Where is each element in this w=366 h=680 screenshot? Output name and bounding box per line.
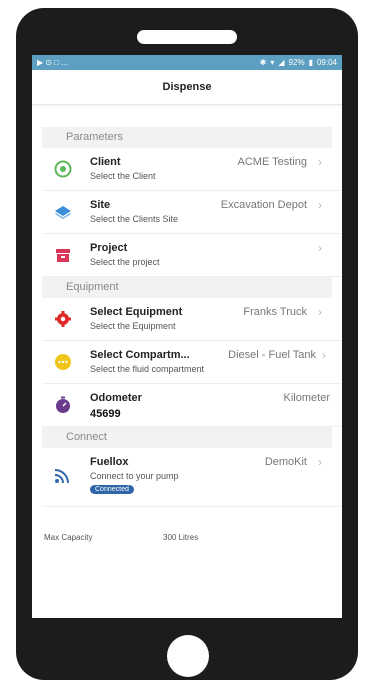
- odometer-title: Odometer: [90, 392, 142, 404]
- client-subtitle: Select the Client: [90, 171, 156, 181]
- status-system: ✱ ▾ ◢ 92% ▮ 09:04: [260, 58, 337, 67]
- section-equipment-label: Equipment: [66, 281, 119, 293]
- status-time: 09:04: [316, 58, 337, 67]
- client-value: ACME Testing: [237, 156, 308, 168]
- section-equipment: Equipment: [42, 277, 332, 298]
- gear-icon: [54, 310, 72, 328]
- signal-icon: ◢: [278, 58, 285, 67]
- chevron-right-icon: ›: [318, 198, 322, 212]
- connected-badge: Connected: [90, 485, 134, 494]
- project-subtitle: Select the project: [90, 257, 160, 267]
- page-title: Dispense: [162, 81, 212, 93]
- project-row[interactable]: Project Select the project ›: [42, 234, 342, 277]
- project-box-icon: [54, 246, 72, 264]
- odometer-row[interactable]: Odometer 45699 Kilometer: [42, 384, 342, 427]
- bluetooth-icon: ✱: [259, 58, 267, 67]
- site-subtitle: Select the Clients Site: [90, 214, 179, 224]
- compartment-value: Diesel - Fuel Tank: [228, 349, 316, 361]
- status-notification-icons: ▶ ⊙ □ ...: [37, 58, 69, 67]
- phone-speaker: [137, 30, 237, 44]
- equipment-value: Franks Truck: [243, 306, 307, 318]
- status-notifications: ▶ ⊙ □ ...: [37, 58, 68, 67]
- site-layers-icon: [54, 203, 72, 221]
- stopwatch-icon: [54, 396, 72, 414]
- site-row[interactable]: Site Select the Clients Site Excavation …: [42, 191, 342, 234]
- wifi-icon: [54, 466, 72, 484]
- compartment-subtitle: Select the fluid compartment: [90, 364, 205, 374]
- max-capacity-value: 300 Litres: [163, 533, 199, 542]
- project-title: Project: [90, 242, 128, 254]
- section-connect: Connect: [42, 427, 332, 448]
- more-dots-icon: [54, 353, 72, 371]
- equipment-title: Select Equipment: [90, 306, 183, 318]
- chevron-right-icon: ›: [318, 305, 322, 319]
- compartment-row[interactable]: Select Compartm... Select the fluid comp…: [42, 341, 342, 384]
- equipment-subtitle: Select the Equipment: [90, 321, 176, 331]
- fuellox-title: Fuellox: [90, 456, 129, 468]
- site-value: Excavation Depot: [220, 199, 307, 211]
- fuellox-value: DemoKit: [264, 456, 307, 468]
- status-bar: ▶ ⊙ □ ... ✱ ▾ ◢ 92% ▮ 09:04: [32, 55, 342, 70]
- app-bar: Dispense: [32, 70, 342, 105]
- max-capacity-label: Max Capacity: [44, 533, 93, 542]
- compartment-title: Select Compartm...: [90, 349, 190, 361]
- section-parameters: Parameters: [42, 127, 332, 148]
- equipment-row[interactable]: Select Equipment Select the Equipment Fr…: [42, 298, 342, 341]
- client-icon: [54, 160, 72, 178]
- fuellox-row[interactable]: Fuellox Connect to your pump Connected D…: [42, 448, 342, 507]
- section-connect-label: Connect: [66, 431, 107, 443]
- wifi-status-icon: ▾: [270, 58, 275, 67]
- client-title: Client: [90, 156, 121, 168]
- client-row[interactable]: Client Select the Client ACME Testing ›: [42, 148, 342, 191]
- chevron-right-icon: ›: [318, 241, 322, 255]
- phone-screen: ▶ ⊙ □ ... ✱ ▾ ◢ 92% ▮ 09:04 Dispense Par…: [32, 55, 342, 618]
- fuellox-subtitle: Connect to your pump: [90, 471, 179, 481]
- odometer-unit: Kilometer: [283, 392, 330, 404]
- odometer-value[interactable]: 45699: [90, 408, 121, 420]
- chevron-right-icon: ›: [318, 455, 322, 469]
- chevron-right-icon: ›: [318, 155, 322, 169]
- section-parameters-label: Parameters: [66, 131, 123, 143]
- battery-icon: ▮: [308, 58, 313, 67]
- home-button[interactable]: [167, 635, 209, 677]
- battery-percent: 92%: [288, 58, 305, 67]
- chevron-right-icon: ›: [322, 348, 326, 362]
- site-title: Site: [90, 199, 111, 211]
